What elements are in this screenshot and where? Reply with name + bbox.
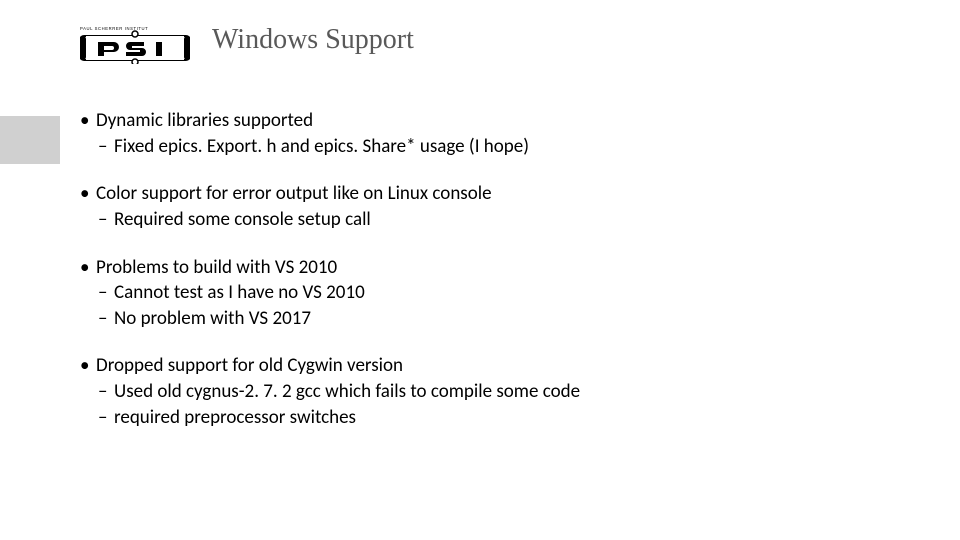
sub-text: required preprocessor switches <box>114 406 356 429</box>
sub-item: Required some console setup call <box>80 207 900 233</box>
bullet-text: Dropped support for old Cygwin version <box>96 354 403 377</box>
slide: PAUL SCHERRER INSTITUT Windows Support D… <box>0 0 960 540</box>
bullet-item: Dynamic libraries supported <box>80 108 900 134</box>
sub-item: No problem with VS 2017 <box>80 306 900 332</box>
content-area: Dynamic libraries supported Fixed epics.… <box>80 108 900 452</box>
bullet-item: Dropped support for old Cygwin version <box>80 353 900 379</box>
bullet-text: Dynamic libraries supported <box>96 109 313 132</box>
logo-bottom-dot <box>132 59 138 64</box>
slide-title: Windows Support <box>212 24 414 56</box>
sub-text: Required some console setup call <box>114 208 371 231</box>
logo-left-cap <box>80 36 86 60</box>
sub-text: Used old cygnus-2. 7. 2 gcc which fails … <box>114 380 580 403</box>
logo-right-cap <box>184 36 190 60</box>
sub-text: No problem with VS 2017 <box>114 307 311 330</box>
sub-item: Fixed epics. Export. h and epics. Share*… <box>80 134 900 160</box>
bullet-group: Dynamic libraries supported Fixed epics.… <box>80 108 900 159</box>
bullet-group: Dropped support for old Cygwin version U… <box>80 353 900 430</box>
sub-item: required preprocessor switches <box>80 405 900 431</box>
bullet-group: Problems to build with VS 2010 Cannot te… <box>80 255 900 332</box>
sub-item: Cannot test as I have no VS 2010 <box>80 280 900 306</box>
sub-text: Fixed epics. Export. h and epics. Share*… <box>114 135 529 158</box>
bullet-item: Color support for error output like on L… <box>80 181 900 207</box>
decor-box <box>0 116 60 164</box>
bullet-text: Color support for error output like on L… <box>96 182 492 205</box>
logo-letter-i <box>156 42 162 56</box>
bullet-text: Problems to build with VS 2010 <box>96 256 337 279</box>
bullet-item: Problems to build with VS 2010 <box>80 255 900 281</box>
logo-top-dot <box>132 31 138 37</box>
logo-top-text: PAUL SCHERRER INSTITUT <box>80 26 148 31</box>
psi-logo: PAUL SCHERRER INSTITUT <box>80 24 190 64</box>
logo-letter-s <box>126 42 146 56</box>
sub-text: Cannot test as I have no VS 2010 <box>114 281 365 304</box>
bullet-group: Color support for error output like on L… <box>80 181 900 232</box>
sub-item: Used old cygnus-2. 7. 2 gcc which fails … <box>80 379 900 405</box>
